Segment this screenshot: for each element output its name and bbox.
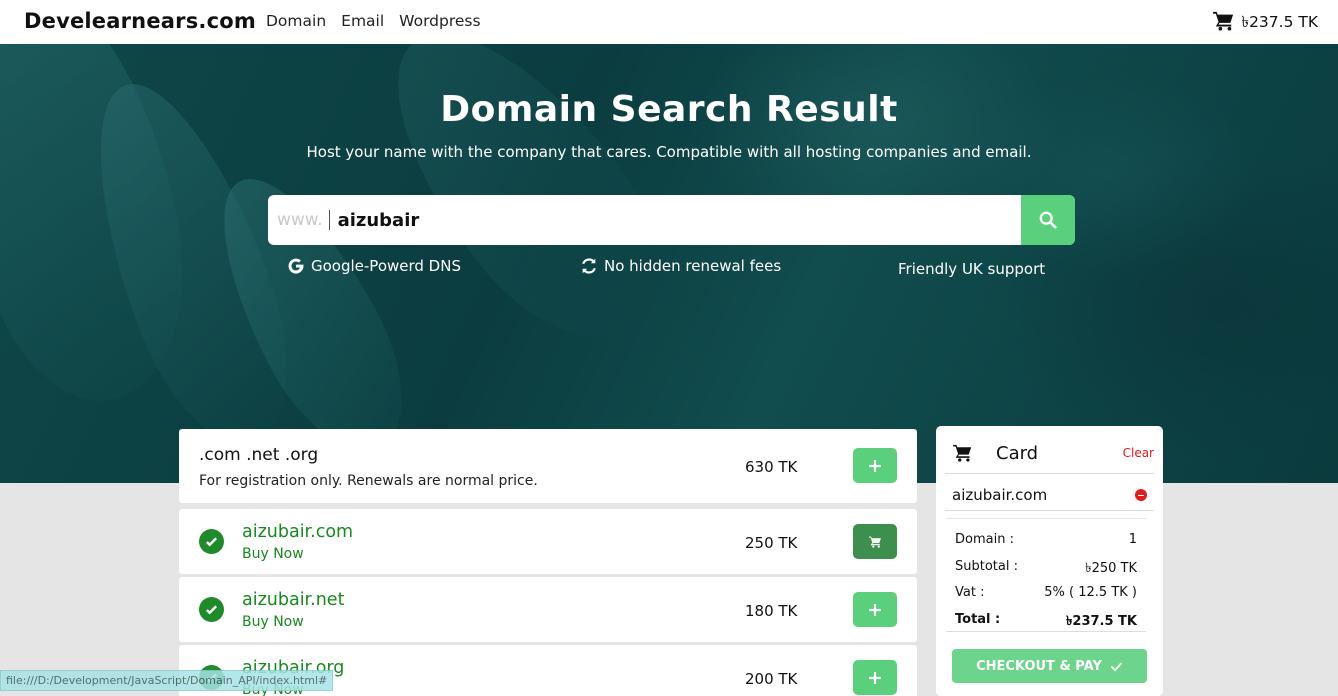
checkout-button[interactable]: CHECKOUT & PAY: [952, 649, 1147, 683]
check-circle-icon: [199, 597, 224, 622]
page-subtitle: Host your name with the company that car…: [306, 143, 1032, 161]
hero-section: Domain Search Result Host your name with…: [0, 44, 1338, 483]
plus-icon: [869, 459, 881, 472]
checkmark-icon: [1110, 661, 1123, 672]
summary-vat-label: Vat :: [955, 585, 985, 600]
cart-icon: [1213, 11, 1235, 35]
domain-row: aizubair.net Buy Now 180 TK: [179, 577, 917, 642]
domain-price: 250 TK: [745, 534, 798, 552]
cart-panel-title: Card: [996, 443, 1039, 464]
domain-row: aizubair.com Buy Now 250 TK: [179, 509, 917, 574]
summary-subtotal-value: ৳250 TK: [1085, 561, 1137, 576]
domain-search-input[interactable]: [337, 209, 988, 231]
checkout-label: CHECKOUT & PAY: [976, 658, 1102, 674]
cart-icon: [953, 444, 973, 466]
tld-bundle-price: 630 TK: [745, 458, 798, 476]
summary-domain-label: Domain :: [955, 532, 1014, 547]
nav-link-wordpress[interactable]: Wordpress: [399, 12, 480, 30]
page-title: Domain Search Result: [440, 89, 898, 130]
header-cart[interactable]: ৳237.5 TK: [1213, 10, 1318, 36]
cart-panel-header: Card Clear: [945, 426, 1154, 474]
summary-domain-value: 1: [1128, 532, 1137, 547]
nav-link-email[interactable]: Email: [341, 12, 384, 30]
add-bundle-button[interactable]: [853, 448, 897, 483]
cart-summary: Domain : 1 Subtotal : ৳250 TK Vat : 5% (…: [946, 518, 1146, 632]
feature-renewal: No hidden renewal fees: [580, 257, 781, 275]
tld-bundle-title: .com .net .org: [199, 445, 319, 465]
summary-vat-value: 5% ( 12.5 TK ): [1044, 585, 1137, 600]
cart-icon: [868, 536, 881, 548]
summary-total-label: Total :: [955, 612, 1001, 627]
plus-icon: [869, 671, 881, 684]
nav-links: Domain Email Wordpress: [266, 12, 481, 30]
brand-logo[interactable]: Develearnears.com: [24, 9, 256, 33]
feature-renewal-label: No hidden renewal fees: [604, 257, 782, 275]
summary-subtotal-label: Subtotal :: [955, 559, 1018, 574]
refresh-icon: [582, 258, 596, 274]
clear-cart-button[interactable]: Clear: [1123, 446, 1154, 460]
add-to-cart-button[interactable]: [853, 592, 897, 627]
buy-now-link[interactable]: Buy Now: [242, 614, 304, 630]
tld-bundle-description: For registration only. Renewals are norm…: [199, 473, 538, 489]
feature-support-label: Friendly UK support: [898, 260, 1046, 278]
remove-icon[interactable]: [1135, 489, 1147, 501]
navbar: Develearnears.com Domain Email Wordpress…: [0, 0, 1338, 44]
domain-price: 200 TK: [745, 670, 798, 688]
search-icon: [1039, 211, 1057, 229]
summary-total-value: ৳237.5 TK: [1065, 614, 1137, 629]
domain-price: 180 TK: [745, 602, 798, 620]
buy-now-link[interactable]: Buy Now: [242, 546, 304, 562]
browser-status-bar: file:///D:/Development/JavaScript/Domain…: [0, 670, 334, 691]
search-prefix: www.: [277, 210, 330, 230]
plus-icon: [869, 603, 881, 616]
in-cart-button[interactable]: [853, 524, 897, 559]
search-button[interactable]: [1021, 195, 1075, 245]
domain-name: aizubair.com: [242, 522, 354, 542]
cart-panel: Card Clear aizubair.com Domain : 1 Subto…: [936, 426, 1163, 696]
check-circle-icon: [199, 529, 224, 554]
tld-bundle-row: .com .net .org For registration only. Re…: [179, 429, 917, 503]
cart-item: aizubair.com: [945, 474, 1154, 511]
add-to-cart-button[interactable]: [853, 660, 897, 695]
google-icon: [288, 258, 304, 274]
feature-dns: Google-Powerd DNS: [287, 257, 461, 275]
cart-item-name: aizubair.com: [952, 486, 1048, 504]
feature-support: Friendly UK support: [898, 260, 1045, 278]
domain-name: aizubair.net: [242, 590, 345, 610]
feature-dns-label: Google-Powerd DNS: [311, 257, 461, 275]
domain-search-bar: www.: [268, 195, 1075, 245]
header-cart-total: ৳237.5 TK: [1241, 13, 1318, 31]
nav-link-domain[interactable]: Domain: [266, 12, 326, 30]
